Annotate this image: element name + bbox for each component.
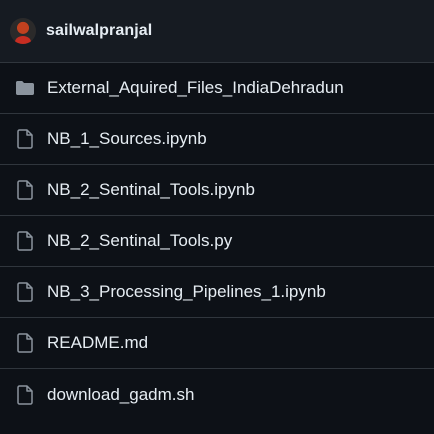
file-name[interactable]: NB_2_Sentinal_Tools.ipynb [47,180,255,200]
owner-avatar[interactable] [10,18,36,44]
file-icon [14,179,36,201]
file-row[interactable]: README.md [0,318,434,369]
repo-owner-header: sailwalpranjal [0,0,434,63]
file-list: External_Aquired_Files_IndiaDehradun NB_… [0,63,434,420]
folder-icon [14,77,36,99]
file-name[interactable]: External_Aquired_Files_IndiaDehradun [47,78,344,98]
file-name[interactable]: README.md [47,333,148,353]
file-row-folder[interactable]: External_Aquired_Files_IndiaDehradun [0,63,434,114]
file-row[interactable]: NB_3_Processing_Pipelines_1.ipynb [0,267,434,318]
file-row[interactable]: NB_2_Sentinal_Tools.py [0,216,434,267]
file-name[interactable]: NB_3_Processing_Pipelines_1.ipynb [47,282,326,302]
file-name[interactable]: NB_1_Sources.ipynb [47,129,207,149]
file-row[interactable]: NB_1_Sources.ipynb [0,114,434,165]
file-name[interactable]: download_gadm.sh [47,385,194,405]
file-name[interactable]: NB_2_Sentinal_Tools.py [47,231,232,251]
file-row[interactable]: download_gadm.sh [0,369,434,420]
file-icon [14,281,36,303]
file-icon [14,332,36,354]
file-row[interactable]: NB_2_Sentinal_Tools.ipynb [0,165,434,216]
file-icon [14,230,36,252]
file-icon [14,128,36,150]
owner-name[interactable]: sailwalpranjal [46,22,152,40]
file-icon [14,384,36,406]
